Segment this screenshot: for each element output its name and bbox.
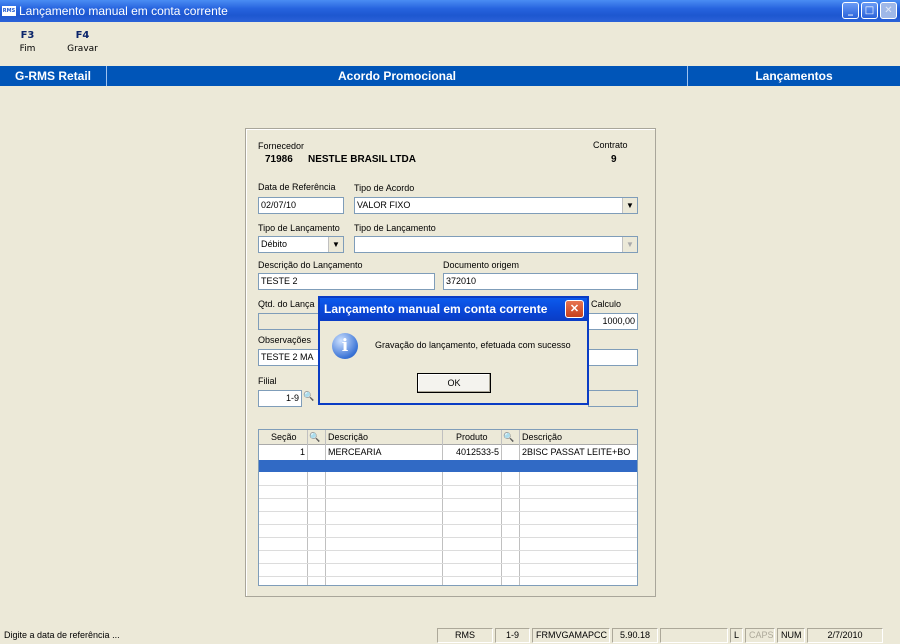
grid-col-secao[interactable]: Seção: [271, 431, 297, 444]
calculo-input[interactable]: 1000,00: [588, 313, 638, 330]
fkey-f4-key: F4: [75, 30, 90, 41]
grid-cell-descricao[interactable]: MERCEARIA: [328, 446, 382, 459]
status-l: L: [730, 628, 743, 643]
chevron-down-icon[interactable]: ▼: [622, 237, 637, 252]
close-window-button[interactable]: ✕: [880, 2, 897, 19]
ok-button[interactable]: OK: [417, 373, 491, 393]
success-dialog: Lançamento manual em conta corrente ✕ i …: [318, 296, 589, 405]
selected-row[interactable]: [259, 460, 637, 472]
tipo-lancamento-value: Débito: [261, 239, 288, 249]
status-filial: 1-9: [495, 628, 530, 643]
status-num: NUM: [777, 628, 805, 643]
fornecedor-name: NESTLE BRASIL LTDA: [308, 154, 416, 165]
status-version: 5.90.18: [612, 628, 658, 643]
dialog-titlebar: Lançamento manual em conta corrente ✕: [320, 298, 587, 321]
header-module-name: Acordo Promocional: [337, 69, 456, 83]
grid-col-descricao[interactable]: Descrição: [328, 431, 368, 444]
contrato-label: Contrato: [593, 140, 628, 150]
fkey-f4-label: Gravar: [67, 44, 98, 54]
observacoes-input-tail[interactable]: [588, 349, 638, 366]
fkey-fim[interactable]: F3 Fim: [0, 30, 55, 54]
status-bar: Digite a data de referência ... RMS 1-9 …: [0, 626, 900, 644]
dialog-title: Lançamento manual em conta corrente: [324, 302, 548, 316]
header-screen-name: Lançamentos: [755, 69, 833, 83]
tipo-acordo-select[interactable]: VALOR FIXO ▼: [354, 197, 638, 214]
descricao-lancamento-label: Descrição do Lançamento: [258, 260, 363, 270]
fornecedor-code: 71986: [265, 154, 293, 165]
status-form: FRMVGAMAPCC: [532, 628, 610, 643]
binoculars-icon[interactable]: 🔍: [309, 431, 320, 444]
observacoes-input[interactable]: TESTE 2 MA: [258, 349, 320, 366]
dialog-close-button[interactable]: ✕: [565, 300, 584, 318]
tipo-lancamento-select[interactable]: Débito ▼: [258, 236, 344, 253]
tipo-acordo-label: Tipo de Acordo: [354, 183, 415, 193]
fkey-gravar[interactable]: F4 Gravar: [55, 30, 110, 54]
status-message: Digite a data de referência ...: [4, 630, 120, 640]
documento-origem-input[interactable]: 372010: [443, 273, 638, 290]
contrato-value: 9: [611, 154, 617, 165]
dialog-message: Gravação do lançamento, efetuada com suc…: [375, 340, 571, 350]
status-blank: [660, 628, 728, 643]
fkey-f3-label: Fim: [19, 44, 36, 54]
tipo-lancamento-label: Tipo de Lançamento: [258, 223, 340, 233]
calculo-label: Calculo: [591, 299, 622, 309]
window-titlebar: RMS Lançamento manual em conta corrente …: [0, 0, 900, 22]
items-grid[interactable]: Seção 🔍 Descrição Produto 🔍 Descrição 1 …: [258, 429, 638, 586]
grid-cell-secao[interactable]: 1: [289, 446, 305, 459]
chevron-down-icon[interactable]: ▼: [328, 237, 343, 252]
qtd-lancamento-label: Qtd. do Lança: [258, 299, 315, 309]
fornecedor-label: Fornecedor: [258, 141, 305, 151]
minimize-button[interactable]: _: [842, 2, 859, 19]
fkey-f3-key: F3: [20, 30, 35, 41]
header-app-name: G-RMS Retail: [14, 69, 91, 83]
status-app: RMS: [437, 628, 493, 643]
filial-input[interactable]: 1-9: [258, 390, 302, 407]
status-caps: CAPS: [745, 628, 775, 643]
documento-origem-label: Documento origem: [443, 260, 520, 270]
filial-description-field: [588, 390, 638, 407]
module-header-bar: G-RMS Retail Acordo Promocional Lançamen…: [0, 66, 900, 86]
function-key-toolbar: F3 Fim F4 Gravar: [0, 30, 110, 54]
binoculars-icon[interactable]: 🔍: [503, 431, 514, 444]
grid-col-descricao-produto[interactable]: Descrição: [522, 431, 562, 444]
data-referencia-label: Data de Referência: [258, 182, 336, 192]
qtd-lancamento-input[interactable]: [258, 313, 320, 330]
tipo-lancamento-2-select[interactable]: ▼: [354, 236, 638, 253]
binoculars-icon[interactable]: 🔍: [303, 391, 314, 402]
window-title: Lançamento manual em conta corrente: [19, 4, 228, 18]
chevron-down-icon[interactable]: ▼: [622, 198, 637, 213]
observacoes-label: Observações: [258, 335, 312, 345]
grid-col-produto[interactable]: Produto: [456, 431, 488, 444]
descricao-lancamento-input[interactable]: TESTE 2: [258, 273, 435, 290]
tipo-acordo-value: VALOR FIXO: [357, 200, 411, 210]
app-icon: RMS: [2, 6, 16, 16]
grid-cell-descricao-produto[interactable]: 2BISC PASSAT LEITE+BO: [522, 446, 630, 459]
grid-cell-produto[interactable]: 4012533-5: [444, 446, 499, 459]
tipo-lancamento-2-label: Tipo de Lançamento: [354, 223, 436, 233]
maximize-button[interactable]: □: [861, 2, 878, 19]
filial-label: Filial: [258, 376, 277, 386]
info-icon: i: [332, 333, 358, 359]
data-referencia-input[interactable]: 02/07/10: [258, 197, 344, 214]
status-date: 2/7/2010: [807, 628, 883, 643]
